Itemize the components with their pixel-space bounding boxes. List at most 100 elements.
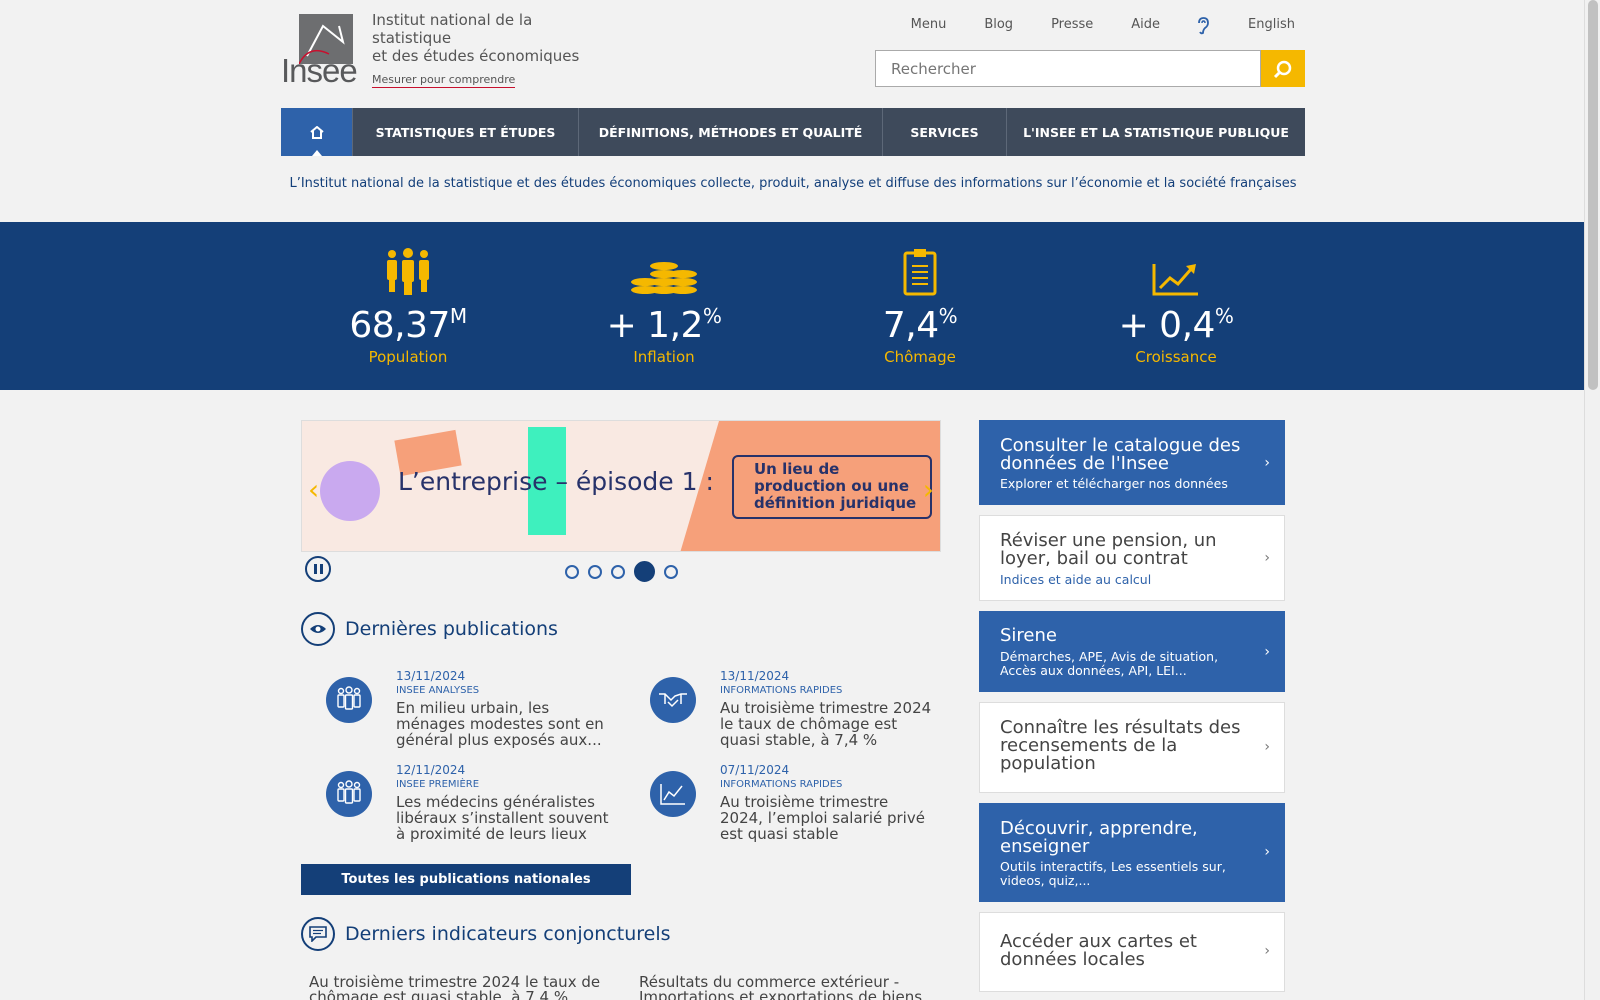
card-title: Consulter le catalogue des données de l'… [1000, 435, 1241, 474]
publication-category: INFORMATIONS RAPIDES [720, 779, 843, 790]
key-figure-croissance[interactable]: + 0,4% Croissance [1048, 222, 1304, 366]
eye-icon [301, 612, 335, 646]
home-icon [309, 125, 324, 139]
line-chart-icon [650, 771, 696, 817]
growth-chart-icon [1048, 240, 1304, 296]
nav-services[interactable]: SERVICES [883, 108, 1007, 156]
carousel[interactable]: L’entreprise – épisode 1 : Un lieu de pr… [301, 420, 941, 552]
publication-category: INSEE ANALYSES [396, 685, 480, 696]
inflation-label: Inflation [633, 348, 695, 366]
carousel-dot-4[interactable] [634, 561, 655, 582]
chevron-right-icon: › [1264, 644, 1270, 660]
carousel-dot-5[interactable] [664, 564, 678, 579]
institute-name: Institut national de la statistique et d… [372, 11, 612, 65]
intro-text: L’Institut national de la statistique et… [289, 176, 1297, 191]
indicators-heading: Derniers indicateurs conjoncturels [301, 917, 671, 951]
chevron-right-icon: › [1264, 455, 1270, 471]
card-subtitle: Explorer et télécharger nos données [1000, 476, 1228, 491]
publication-item[interactable]: 12/11/2024 INSEE PREMIÈRE Les médecins g… [301, 763, 608, 851]
search-input[interactable] [875, 50, 1261, 87]
chevron-right-icon: › [1264, 739, 1270, 755]
carousel-title: L’entreprise – épisode 1 : [398, 467, 714, 496]
publication-item[interactable]: 13/11/2024 INFORMATIONS RAPIDES Au trois… [625, 669, 931, 757]
publication-date: 13/11/2024 [396, 669, 466, 683]
search-button[interactable] [1261, 50, 1305, 87]
institute-name-line2: et des études économiques [372, 47, 580, 65]
publication-title[interactable]: Au troisième trimestre 2024, l’emploi sa… [720, 794, 935, 842]
insee-logo[interactable]: Insee [281, 14, 358, 90]
inflation-value: + 1,2% [606, 304, 722, 346]
carousel-character-purple [320, 461, 380, 521]
card-cartes-donnees-locales[interactable]: Accéder aux cartes et données locales › [979, 912, 1285, 992]
scrollbar-thumb[interactable] [1588, 0, 1598, 390]
card-title: Réviser une pension, un loyer, bail ou c… [1000, 530, 1217, 569]
indicator-link[interactable]: Au troisième trimestre 2024 le taux de c… [309, 975, 609, 1000]
topnav-blog[interactable]: Blog [984, 17, 1013, 35]
clipboard-icon [792, 240, 1048, 296]
pause-icon-bar [313, 564, 317, 574]
search-bar [875, 50, 1305, 87]
all-publications-button[interactable]: Toutes les publications nationales [301, 864, 631, 895]
topnav-presse[interactable]: Presse [1051, 17, 1093, 35]
publication-date: 07/11/2024 [720, 763, 790, 777]
speech-bubble-icon [301, 917, 335, 951]
card-subtitle: Outils interactifs, Les essentiels sur, … [1000, 859, 1226, 888]
top-nav: Menu Blog Presse Aide English [873, 17, 1295, 35]
nav-statistiques[interactable]: STATISTIQUES ET ÉTUDES [353, 108, 579, 156]
population-value: 68,37M [349, 304, 467, 346]
carousel-prev-icon[interactable]: ‹ [308, 473, 319, 506]
croissance-label: Croissance [1135, 348, 1217, 366]
tagline: Mesurer pour comprendre [372, 73, 516, 88]
chevron-right-icon: › [1264, 844, 1270, 860]
key-figure-population[interactable]: 68,37M Population [280, 222, 536, 366]
carousel-next-icon[interactable]: › [923, 473, 934, 506]
key-figure-inflation[interactable]: + 1,2% Inflation [536, 222, 792, 366]
people-icon [280, 240, 536, 296]
carousel-dot-2[interactable] [588, 564, 602, 579]
publication-title[interactable]: Les médecins généralistes libéraux s’ins… [396, 794, 611, 842]
card-reviser-pension[interactable]: Réviser une pension, un loyer, bail ou c… [979, 515, 1285, 601]
publication-item[interactable]: 07/11/2024 INFORMATIONS RAPIDES Au trois… [625, 763, 925, 851]
card-decouvrir-apprendre[interactable]: Découvrir, apprendre, enseigner Outils i… [979, 803, 1285, 902]
publication-item[interactable]: 13/11/2024 INSEE ANALYSES En milieu urba… [301, 669, 604, 757]
publications-heading: Dernières publications [301, 612, 558, 646]
accessibility-ear-icon[interactable] [1196, 17, 1210, 35]
topnav-menu[interactable]: Menu [911, 17, 947, 35]
card-recensements[interactable]: Connaître les résultats des recensements… [979, 702, 1285, 793]
publication-date: 13/11/2024 [720, 669, 790, 683]
card-sirene[interactable]: Sirene Démarches, APE, Avis de situation… [979, 611, 1285, 692]
publication-title[interactable]: Au troisième trimestre 2024 le taux de c… [720, 700, 935, 748]
indicator-link[interactable]: Résultats du commerce extérieur - Import… [639, 975, 939, 1000]
chomage-label: Chômage [884, 348, 956, 366]
chomage-value: 7,4% [882, 304, 958, 346]
carousel-pause-button[interactable] [305, 556, 331, 582]
carousel-dot-1[interactable] [565, 564, 579, 579]
main-nav: STATISTIQUES ET ÉTUDES DÉFINITIONS, MÉTH… [281, 108, 1305, 156]
institute-name-line1: Institut national de la statistique [372, 11, 533, 47]
croissance-value: + 0,4% [1118, 304, 1234, 346]
card-title: Découvrir, apprendre, enseigner [1000, 818, 1198, 857]
card-catalogue-donnees[interactable]: Consulter le catalogue des données de l'… [979, 420, 1285, 505]
publication-category: INSEE PREMIÈRE [396, 779, 480, 790]
card-title: Accéder aux cartes et données locales [1000, 931, 1197, 970]
nav-insee-statistique-publique[interactable]: L'INSEE ET LA STATISTIQUE PUBLIQUE [1007, 108, 1305, 156]
card-title: Sirene [1000, 625, 1057, 646]
carousel-dot-3[interactable] [611, 564, 625, 579]
publication-title[interactable]: En milieu urbain, les ménages modestes s… [396, 700, 611, 748]
publications-title: Dernières publications [345, 618, 558, 640]
page-scrollbar[interactable] [1584, 0, 1600, 1000]
population-label: Population [368, 348, 448, 366]
publication-category: INFORMATIONS RAPIDES [720, 685, 843, 696]
carousel-dots [565, 561, 678, 582]
nav-definitions[interactable]: DÉFINITIONS, MÉTHODES ET QUALITÉ [579, 108, 883, 156]
publication-date: 12/11/2024 [396, 763, 466, 777]
people-icon [326, 771, 372, 817]
nav-home[interactable] [281, 108, 353, 156]
chevron-right-icon: › [1264, 943, 1270, 959]
coins-icon [536, 240, 792, 296]
logo-word: Insee [281, 52, 358, 89]
key-figure-chomage[interactable]: 7,4% Chômage [792, 222, 1048, 366]
language-switch[interactable]: English [1248, 17, 1295, 35]
search-icon [1273, 60, 1292, 78]
topnav-aide[interactable]: Aide [1131, 17, 1160, 35]
